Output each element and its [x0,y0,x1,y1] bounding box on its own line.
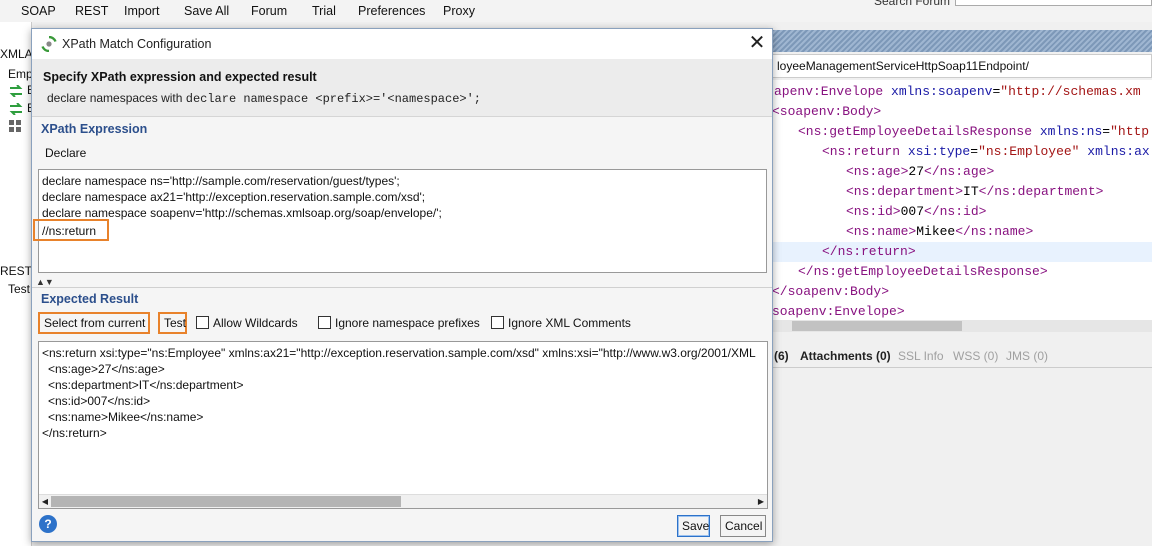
grid-icon [9,120,21,132]
xml-line: soapenv:Envelope> [772,304,905,319]
search-forum-input[interactable] [955,0,1152,6]
result-horizontal-scrollbar[interactable]: ◀ ▶ [39,494,767,508]
help-button[interactable]: ? [39,515,57,533]
dialog-title: XPath Match Configuration [62,37,212,51]
expression-line: declare namespace ax21='http://exception… [42,190,426,204]
test-button[interactable]: Test [158,312,187,334]
scrollbar-thumb[interactable] [51,496,401,507]
expression-line: declare namespace soapenv='http://schema… [42,206,442,220]
menu-forum[interactable]: Forum [251,4,287,18]
swap-arrows-icon [9,85,23,97]
editor-title-bar [772,30,1152,52]
tab-wss[interactable]: WSS (0) [953,349,998,363]
tree-item-testp[interactable]: TestP [8,282,31,296]
result-line: <ns:age>27</ns:age> [48,362,165,376]
tree-item-xmla[interactable]: XMLA [0,47,31,61]
response-xml-view[interactable]: apenv:Envelope xmlns:soapenv="http://sch… [772,80,1152,320]
dialog-titlebar[interactable]: XPath Match Configuration ✕ [32,29,772,59]
result-line: <ns:department>IT</ns:department> [48,378,244,392]
splitter-arrows-icon[interactable]: ▲▼ [36,277,56,287]
xpath-section-title: XPath Expression [41,122,148,136]
dialog-header: Specify XPath expression and expected re… [32,59,772,117]
scroll-left-icon[interactable]: ◀ [39,496,51,508]
save-button[interactable]: Save [677,515,710,537]
search-forum-label: Search Forum [874,0,951,8]
xml-line-highlighted: </ns:return> [772,242,1152,262]
scroll-right-icon[interactable]: ▶ [755,496,767,508]
expected-result-editor[interactable]: <ns:return xsi:type="ns:Employee" xmlns:… [38,341,768,509]
xpath-expression-editor[interactable]: declare namespace ns='http://sample.com/… [38,169,767,273]
ignore-xml-comments-label: Ignore XML Comments [508,316,631,330]
tree-item-emp[interactable]: Emp [8,67,31,81]
ignore-xml-comments-checkbox[interactable]: Ignore XML Comments [491,316,631,330]
select-from-current-button[interactable]: Select from current [38,312,150,334]
xml-line: </soapenv:Body> [772,284,890,299]
expected-section-title: Expected Result [41,292,139,306]
result-line: <ns:return xsi:type="ns:Employee" xmlns:… [42,346,756,360]
expression-line: //ns:return [42,224,97,238]
checkbox-box [318,316,331,329]
tab-headers[interactable]: (6) [774,349,789,363]
allow-wildcards-checkbox[interactable]: Allow Wildcards [196,316,298,330]
menu-import[interactable]: Import [124,4,159,18]
checkbox-box [196,316,209,329]
soapui-logo-icon [41,36,57,52]
menu-save-all[interactable]: Save All [184,4,229,18]
result-line: <ns:name>Mikee</ns:name> [48,410,204,424]
xml-line: </ns:getEmployeeDetailsResponse> [798,264,1048,279]
xml-line: <ns:id>007</ns:id> [846,204,987,219]
menu-trial[interactable]: Trial [312,4,336,18]
xml-line: apenv:Envelope xmlns:soapenv="http://sch… [774,84,1141,99]
xml-line: <ns:department>IT</ns:department> [846,184,1104,199]
close-icon: ✕ [748,32,766,54]
ignore-ns-prefixes-label: Ignore namespace prefixes [335,316,480,330]
tab-ssl-info[interactable]: SSL Info [898,349,944,363]
swap-arrows-icon [9,103,23,115]
project-tree-panel: XMLA Emp E E REST TestP [0,22,32,546]
menu-proxy[interactable]: Proxy [443,4,475,18]
xml-line: <ns:name>Mikee</ns:name> [846,224,1034,239]
xml-line: <soapenv:Body> [772,104,882,119]
header-description: declare namespaces with declare namespac… [47,91,481,106]
expected-result-options: Select from current Test Allow Wildcards… [38,312,768,336]
response-tabs: (6) Attachments (0) SSL Info WSS (0) JMS… [772,342,1152,368]
scrollbar-thumb[interactable] [792,321,962,331]
xml-line: <ns:getEmployeeDetailsResponse xmlns:ns=… [798,124,1150,139]
result-line: </ns:return> [42,426,107,440]
expression-line: declare namespace ns='http://sample.com/… [42,174,400,188]
cancel-button[interactable]: Cancel [720,515,766,537]
tab-jms[interactable]: JMS (0) [1006,349,1048,363]
xpath-highlight-box [33,219,109,241]
checkbox-box [491,316,504,329]
xml-horizontal-scrollbar[interactable] [772,320,1152,332]
menu-rest[interactable]: REST [75,4,108,18]
menu-preferences[interactable]: Preferences [358,4,425,18]
endpoint-field[interactable]: loyeeManagementServiceHttpSoap11Endpoint… [772,54,1152,78]
header-title: Specify XPath expression and expected re… [43,70,317,84]
section-divider [32,287,772,288]
tab-attachments[interactable]: Attachments (0) [800,349,891,363]
tree-item-rest[interactable]: REST [0,264,31,278]
menubar: SOAP REST Import Save All Forum Trial Pr… [0,0,1152,22]
allow-wildcards-label: Allow Wildcards [213,316,298,330]
ignore-ns-prefixes-checkbox[interactable]: Ignore namespace prefixes [318,316,480,330]
xpath-match-dialog: XPath Match Configuration ✕ Specify XPat… [31,28,773,542]
result-line: <ns:id>007</ns:id> [48,394,151,408]
declare-button[interactable]: Declare [42,143,92,163]
menu-soap[interactable]: SOAP [21,4,56,18]
header-desc-prefix: declare namespaces with [47,91,186,105]
xml-line: <ns:age>27</ns:age> [846,164,995,179]
header-desc-code: declare namespace <prefix>='<namespace>'… [185,92,481,106]
xml-line: <ns:return xsi:type="ns:Employee" xmlns:… [822,144,1150,159]
close-button[interactable]: ✕ [744,33,770,55]
